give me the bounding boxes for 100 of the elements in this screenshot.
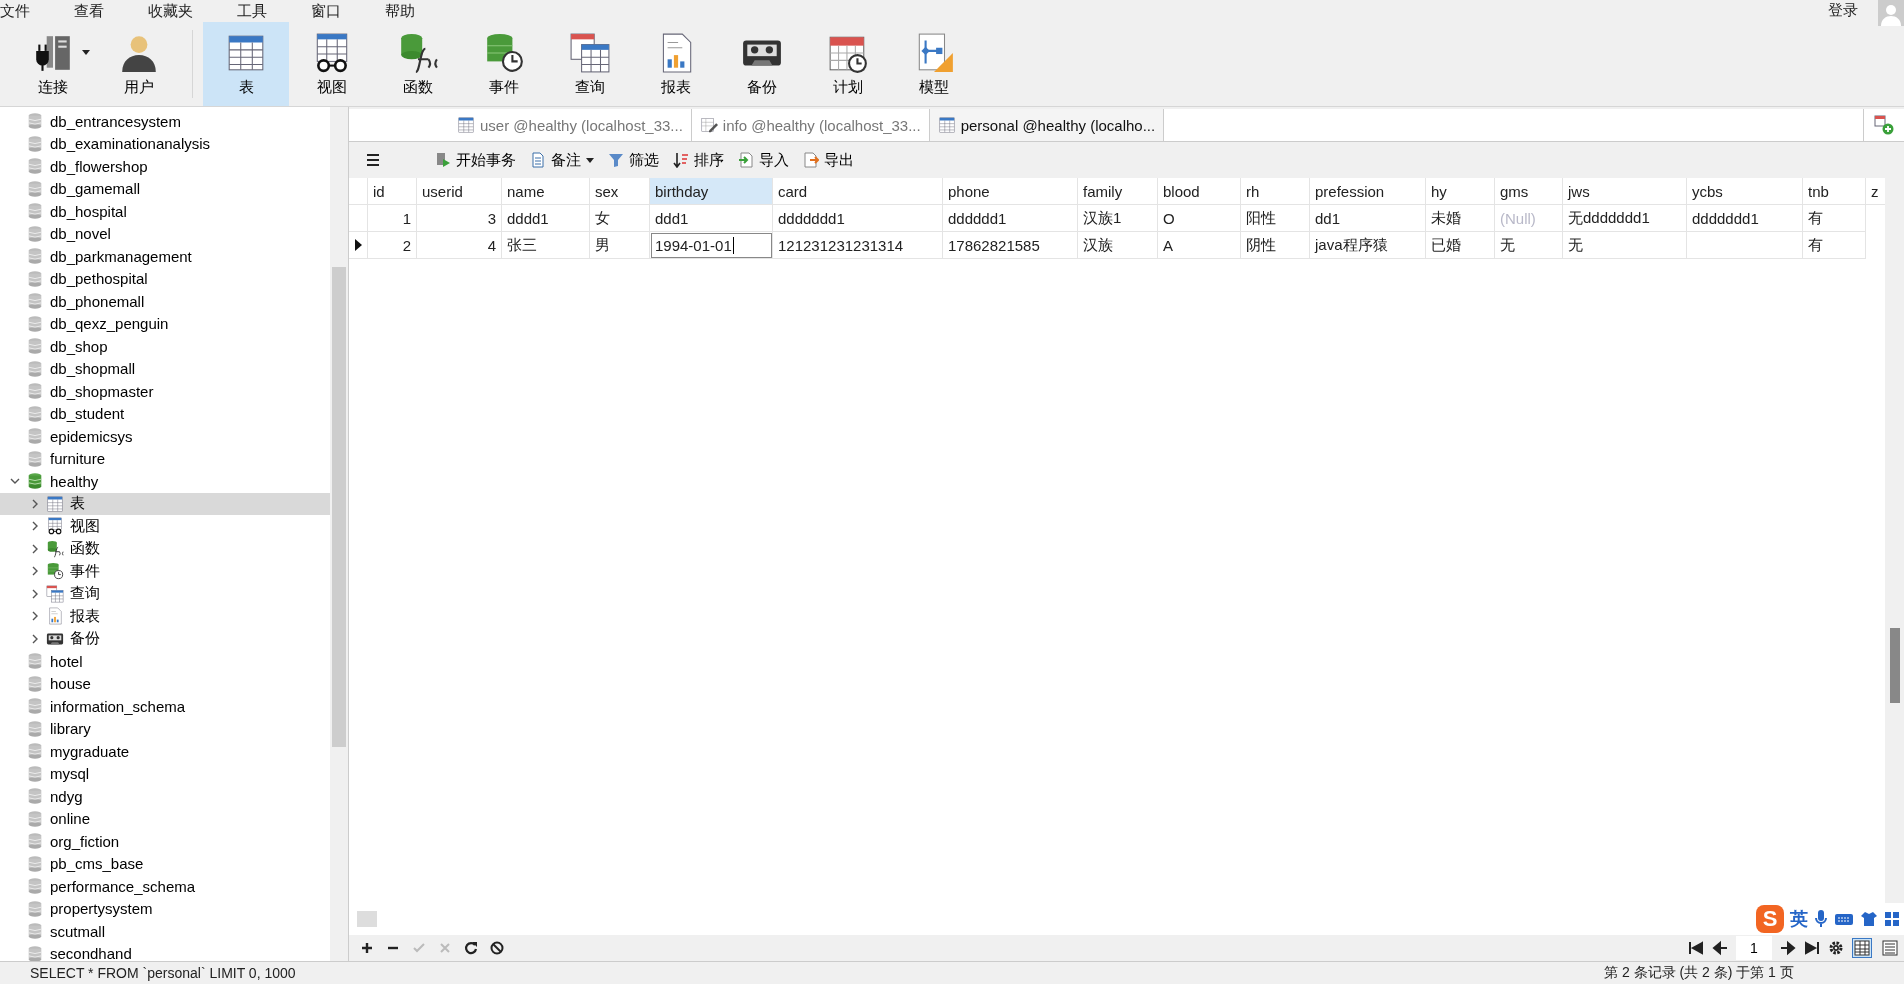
login-link[interactable]: 登录 (1828, 1, 1858, 20)
menu-item[interactable]: 窗口 (311, 1, 355, 21)
toolbar-button[interactable] (463, 940, 479, 956)
toolbar-button[interactable]: 备注 (526, 148, 598, 172)
chevron-icon[interactable] (30, 588, 40, 599)
view-toggle[interactable] (1880, 938, 1900, 958)
tree-item[interactable]: db_novel (0, 222, 330, 245)
tree-item[interactable]: db_parkmanagement (0, 245, 330, 268)
menu-item[interactable]: 工具 (237, 1, 281, 21)
tree-item[interactable]: 备份 (0, 627, 330, 650)
column-header[interactable]: card (773, 178, 943, 205)
tree-item[interactable]: mygraduate (0, 740, 330, 763)
menu-item[interactable]: 收藏夹 (148, 1, 207, 21)
tree-item[interactable]: db_shopmall (0, 357, 330, 380)
microphone-icon[interactable] (1814, 909, 1828, 929)
tree-item[interactable]: db_hospital (0, 200, 330, 223)
tree-item[interactable]: 函数 (0, 537, 330, 560)
tree-item[interactable]: propertysystem (0, 897, 330, 920)
tree-item[interactable]: online (0, 807, 330, 830)
toolbar-button[interactable] (489, 940, 505, 956)
next-page-icon[interactable] (1780, 940, 1796, 956)
tree-item[interactable]: ndyg (0, 785, 330, 808)
tree-item[interactable]: secondhand (0, 942, 330, 961)
tree-item[interactable]: db_phonemall (0, 290, 330, 313)
tree-item[interactable]: db_pethospital (0, 267, 330, 290)
first-page-icon[interactable] (1688, 940, 1704, 956)
row-header[interactable] (349, 232, 368, 259)
tree-item[interactable]: hotel (0, 650, 330, 673)
toolbar-button[interactable]: 表 (203, 22, 289, 106)
tree-item[interactable]: 查询 (0, 582, 330, 605)
page-field[interactable]: 1 (1736, 936, 1772, 960)
tree-item[interactable]: org_fiction (0, 830, 330, 853)
column-header[interactable]: gms (1495, 178, 1563, 205)
chevron-icon[interactable] (30, 543, 40, 554)
tree-item[interactable]: pb_cms_base (0, 852, 330, 875)
toolbar-button[interactable]: 函数 (375, 22, 461, 106)
toolbar-button[interactable]: 用户 (96, 22, 182, 106)
toolbar-button[interactable]: 视图 (289, 22, 375, 106)
column-header[interactable]: blood (1158, 178, 1241, 205)
menu-item[interactable]: 帮助 (385, 1, 429, 21)
tree-item[interactable]: library (0, 717, 330, 740)
tree-item[interactable]: 视图 (0, 515, 330, 538)
tree-item[interactable]: 表 (0, 492, 330, 515)
tree-item[interactable]: epidemicsys (0, 425, 330, 448)
tab[interactable]: personal @healthy (localho... (929, 109, 1165, 141)
previous-page-icon[interactable] (1712, 940, 1728, 956)
view-toggle[interactable] (1852, 938, 1872, 958)
menu-item[interactable]: 查看 (74, 1, 118, 21)
column-header[interactable]: family (1078, 178, 1158, 205)
toolbar-button[interactable]: 报表 (633, 22, 719, 106)
toolbar-button[interactable]: 连接 (10, 22, 96, 106)
menu-item[interactable]: 文件 (0, 1, 44, 21)
keyboard-icon[interactable] (1834, 911, 1854, 927)
scrollbar[interactable] (357, 911, 377, 927)
column-header[interactable]: ycbs (1687, 178, 1803, 205)
tree-item[interactable]: performance_schema (0, 875, 330, 898)
tree-item[interactable]: db_shop (0, 335, 330, 358)
toolbar-button[interactable]: 模型 (891, 22, 977, 106)
tree-item[interactable]: healthy (0, 470, 330, 493)
new-tab-icon[interactable] (1874, 115, 1894, 135)
toolbar-button[interactable]: 备份 (719, 22, 805, 106)
chevron-icon[interactable] (30, 521, 40, 532)
tree-item[interactable]: house (0, 672, 330, 695)
toolbar-button[interactable]: 事件 (461, 22, 547, 106)
toolbar-button[interactable]: 查询 (547, 22, 633, 106)
tree-item[interactable]: furniture (0, 447, 330, 470)
tree-item[interactable]: db_shopmaster (0, 380, 330, 403)
toolbar-button[interactable]: 导出 (799, 148, 858, 172)
chevron-icon[interactable] (30, 633, 40, 644)
grid-icon[interactable] (1884, 911, 1900, 927)
toolbar-button[interactable]: 排序 (669, 148, 728, 172)
tree-item[interactable]: db_qexz_penguin (0, 312, 330, 335)
toolbar-button[interactable] (359, 940, 375, 956)
chevron-icon[interactable] (30, 611, 40, 622)
settings-icon[interactable] (1828, 940, 1844, 956)
tree-item[interactable]: db_entrancesystem (0, 110, 330, 133)
toolbar-button[interactable]: 计划 (805, 22, 891, 106)
column-header[interactable]: hy (1426, 178, 1495, 205)
ime-mode[interactable]: 英 (1790, 907, 1808, 931)
tree-item[interactable]: db_student (0, 402, 330, 425)
tree-item[interactable]: db_examinationanalysis (0, 132, 330, 155)
tree-item[interactable]: db_gamemall (0, 177, 330, 200)
column-header[interactable]: userid (417, 178, 502, 205)
column-header[interactable]: phone (943, 178, 1078, 205)
tree-item[interactable]: mysql (0, 762, 330, 785)
tree-item[interactable]: information_schema (0, 695, 330, 718)
column-header[interactable]: tnb (1803, 178, 1866, 205)
last-page-icon[interactable] (1804, 940, 1820, 956)
column-header[interactable]: birthday (650, 178, 773, 205)
column-header[interactable]: sex (590, 178, 650, 205)
toolbar-button[interactable]: 开始事务 (431, 148, 520, 172)
column-header[interactable]: jws (1563, 178, 1687, 205)
column-header[interactable]: id (368, 178, 417, 205)
tree-item[interactable]: scutmall (0, 920, 330, 943)
column-header[interactable]: prefession (1310, 178, 1426, 205)
toolbar-button[interactable]: 导入 (734, 148, 793, 172)
column-header[interactable]: name (502, 178, 590, 205)
tree-item[interactable]: 报表 (0, 605, 330, 628)
toolbar-button[interactable]: 筛选 (604, 148, 663, 172)
tree-item[interactable]: 事件 (0, 560, 330, 583)
